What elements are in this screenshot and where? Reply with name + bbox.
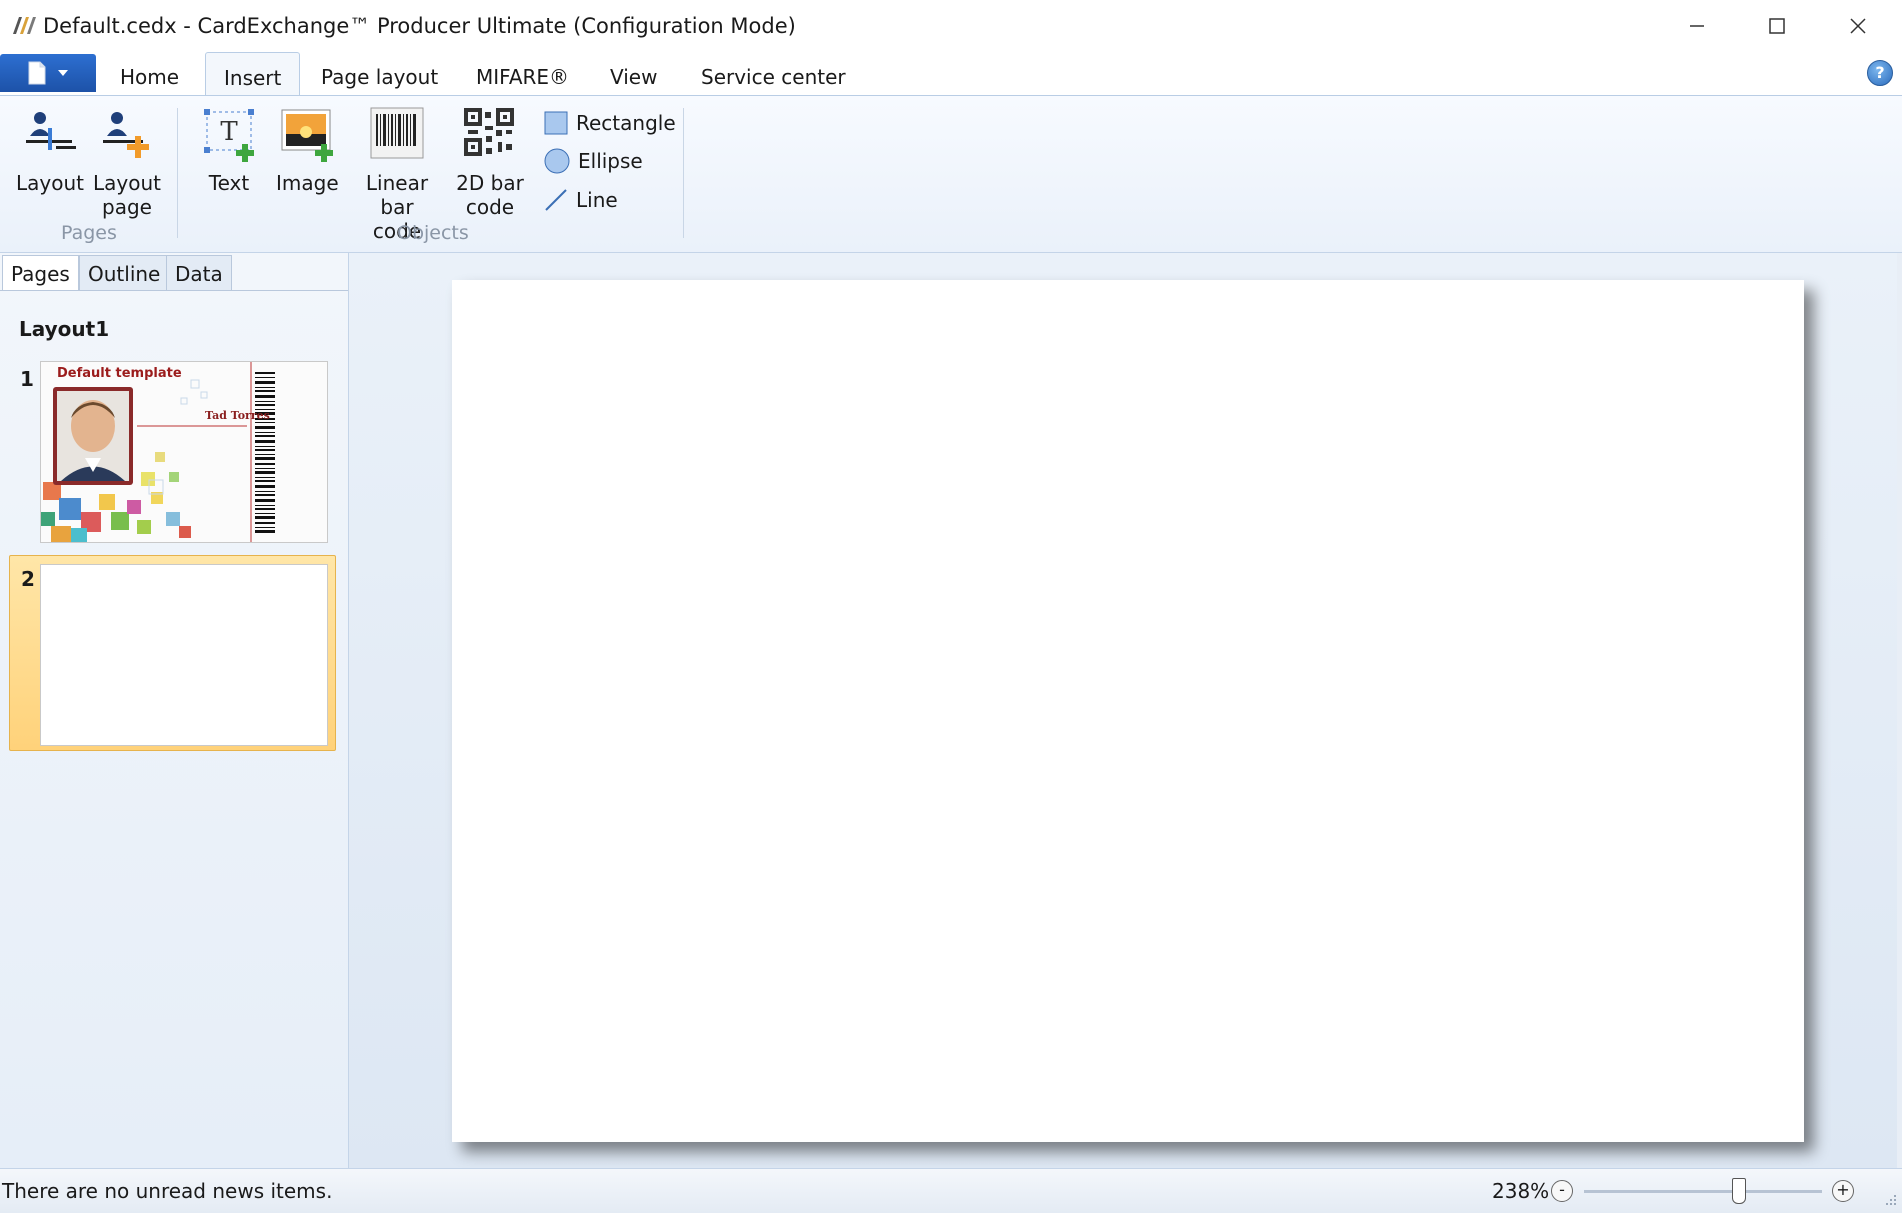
line-icon (545, 189, 567, 211)
ribbon-insert: Layout Layout page Pages T Text Image Li… (0, 95, 1902, 253)
zoom-slider-handle[interactable] (1731, 1178, 1746, 1204)
page-number: 2 (21, 567, 35, 591)
line-label: Line (576, 188, 618, 212)
close-button[interactable] (1818, 0, 1898, 52)
linear-barcode-icon (370, 107, 424, 159)
zoom-level: 238% (1492, 1179, 1550, 1203)
page-thumbnail-1[interactable]: 1 Default template Tad Torres (9, 357, 336, 553)
layout-page-icon (103, 112, 149, 158)
card-thumbnail: Default template Tad Torres (40, 361, 328, 543)
card-template-title: Default template (57, 366, 182, 381)
maximize-icon (1769, 18, 1785, 34)
zoom-out-button[interactable]: - (1551, 1180, 1573, 1202)
group-separator (177, 108, 178, 238)
ribbon-tab-row: Home Insert Page layout MIFARE® View Ser… (0, 52, 1902, 97)
minus-icon: - (1559, 1180, 1565, 1199)
blank-page-thumbnail (40, 564, 328, 746)
text-tool-icon: T (204, 109, 254, 162)
status-bar: There are no unread news items. 238% - + (0, 1168, 1902, 1213)
pages-panel: Pages Outline Data Layout1 1 Default tem… (0, 253, 349, 1168)
vertical-scrollbar[interactable] (1897, 253, 1902, 1168)
insert-image-button[interactable]: Image (276, 106, 339, 195)
maximize-button[interactable] (1737, 0, 1817, 52)
page-thumbnail-2[interactable]: 2 (9, 555, 336, 751)
close-icon (1850, 18, 1866, 34)
zoom-slider-track[interactable] (1584, 1190, 1822, 1193)
chevron-down-icon (58, 70, 68, 76)
panel-divider (0, 290, 348, 291)
zoom-in-button[interactable]: + (1832, 1180, 1854, 1202)
2d-barcode-label-line-2: code (465, 195, 515, 219)
svg-text:T: T (220, 117, 238, 147)
layout-page-button[interactable]: Layout page (92, 106, 162, 219)
layout-label: Layout (16, 171, 84, 195)
document-icon (28, 61, 46, 85)
page-number: 1 (20, 367, 34, 391)
text-label: Text (208, 171, 250, 195)
pages-group-label: Pages (61, 222, 117, 244)
group-separator (683, 108, 684, 238)
linear-barcode-label-line-1: Linear bar (365, 171, 429, 219)
tab-mifare[interactable]: MIFARE® (458, 52, 587, 96)
rectangle-label: Rectangle (576, 111, 676, 135)
2d-barcode-label-line-1: 2D bar (456, 171, 524, 195)
rectangle-icon (544, 111, 568, 135)
insert-ellipse-button[interactable]: Ellipse (544, 146, 643, 176)
card-design-graphic (41, 362, 327, 542)
card-page-editor[interactable] (452, 280, 1804, 1142)
file-menu-button[interactable] (0, 54, 96, 92)
ellipse-icon (544, 148, 570, 174)
minimize-button[interactable] (1657, 0, 1737, 52)
tab-page-layout[interactable]: Page layout (303, 52, 456, 96)
panel-tab-pages[interactable]: Pages (2, 255, 79, 291)
layout-page-label-line-1: Layout (93, 171, 161, 195)
tab-insert[interactable]: Insert (205, 52, 301, 97)
image-icon (281, 109, 333, 162)
insert-2d-barcode-button[interactable]: 2D bar code (454, 106, 526, 219)
tab-view[interactable]: View (592, 52, 675, 96)
card-person-name: Tad Torres (205, 409, 270, 422)
insert-line-button[interactable]: Line (544, 185, 618, 215)
title-bar: Default.cedx - CardExchange™ Producer Ul… (0, 0, 1902, 52)
tab-service-center[interactable]: Service center (683, 52, 864, 96)
resize-grip-icon[interactable] (1880, 1193, 1898, 1211)
panel-tab-data[interactable]: Data (166, 255, 232, 291)
insert-text-button[interactable]: T Text (196, 106, 262, 195)
app-logo-icon (13, 17, 36, 34)
minimize-icon (1690, 25, 1704, 27)
layout-title: Layout1 (19, 317, 110, 341)
qr-code-icon (464, 108, 514, 156)
panel-tab-outline[interactable]: Outline (79, 255, 170, 291)
help-icon[interactable]: ? (1867, 60, 1893, 86)
image-label: Image (276, 171, 339, 195)
layout-button[interactable]: Layout (16, 106, 84, 195)
tab-home[interactable]: Home (102, 52, 197, 96)
insert-rectangle-button[interactable]: Rectangle (544, 108, 676, 138)
layout-icon (26, 112, 76, 150)
news-status[interactable]: There are no unread news items. (2, 1179, 332, 1203)
window-title: Default.cedx - CardExchange™ Producer Ul… (43, 14, 796, 38)
objects-group-label: Objects (397, 222, 469, 244)
plus-icon: + (1836, 1180, 1850, 1199)
layout-page-label-line-2: page (102, 195, 152, 219)
ellipse-label: Ellipse (578, 149, 643, 173)
